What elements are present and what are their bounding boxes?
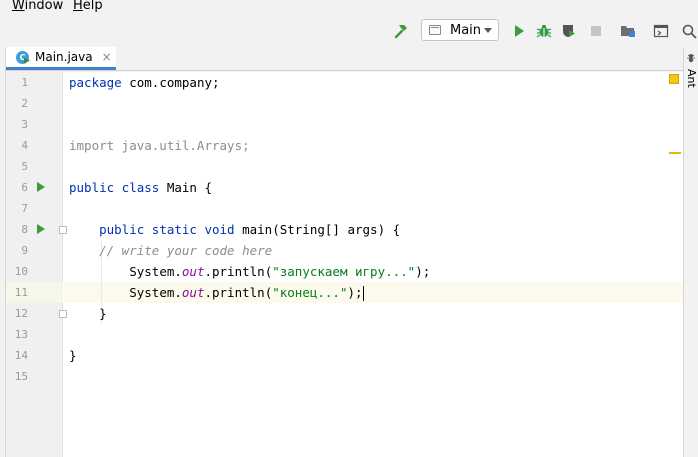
fold-icon[interactable] <box>59 310 67 318</box>
code-line-9: // write your code here <box>99 243 273 258</box>
code-line-1: package com.company; <box>69 75 220 90</box>
line-number: 4 <box>21 139 28 152</box>
tab-main-java[interactable]: C Main.java × <box>6 47 116 70</box>
debug-icon[interactable] <box>535 22 553 40</box>
run-class-gutter-icon[interactable] <box>37 182 45 192</box>
ant-icon <box>687 54 695 63</box>
menu-bar: Window Help <box>0 0 698 15</box>
line-number: 5 <box>21 160 28 173</box>
chevron-down-icon <box>484 28 492 33</box>
menu-help[interactable]: Help <box>73 0 103 13</box>
line-number: 14 <box>14 349 28 362</box>
line-number: 12 <box>14 307 28 320</box>
fold-icon[interactable] <box>59 226 67 234</box>
run-icon[interactable] <box>510 22 528 40</box>
run-main-gutter-icon[interactable] <box>37 224 45 234</box>
java-class-icon: C <box>16 50 29 64</box>
inspection-status-icon[interactable] <box>669 74 679 84</box>
code-line-14: } <box>69 348 77 363</box>
run-config-icon <box>429 25 441 35</box>
code-line-8: public static void main(String[] args) { <box>99 222 401 237</box>
editor-tab-bar: C Main.java × <box>6 47 683 71</box>
layout-icon[interactable] <box>652 22 670 40</box>
close-icon[interactable]: × <box>102 50 112 64</box>
line-number: 3 <box>21 118 28 131</box>
project-structure-icon[interactable] <box>619 22 637 40</box>
text-caret <box>362 286 364 301</box>
stop-icon[interactable] <box>587 22 605 40</box>
line-number: 6 <box>21 181 28 194</box>
tab-label: Main.java <box>35 50 93 64</box>
line-number: 8 <box>21 223 28 236</box>
code-line-4: import java.util.Arrays; <box>69 138 250 153</box>
run-configuration-dropdown[interactable]: Main <box>421 19 499 41</box>
line-number: 11 <box>14 286 28 299</box>
search-icon[interactable] <box>680 22 698 40</box>
code-line-10: System.out.println("запускаем игру..."); <box>129 264 431 279</box>
line-number: 7 <box>21 202 28 215</box>
menu-window[interactable]: Window <box>12 0 63 13</box>
line-number: 1 <box>21 76 28 89</box>
code-line-11: System.out.println("конец..."); <box>129 285 364 301</box>
code-editor[interactable]: 1 2 3 4 5 6 7 8 9 10 11 12 13 14 15 pack… <box>6 72 683 457</box>
line-number: 13 <box>14 328 28 341</box>
code-line-6: public class Main { <box>69 180 212 195</box>
right-tool-strip: Ant <box>683 47 698 457</box>
line-number: 15 <box>14 370 28 383</box>
build-hammer-icon[interactable] <box>392 22 410 40</box>
coverage-icon[interactable] <box>560 22 578 40</box>
warning-stripe-marker[interactable] <box>669 152 681 154</box>
line-number: 10 <box>14 265 28 278</box>
code-line-12: } <box>69 306 107 321</box>
run-config-label: Main <box>450 22 482 38</box>
toolbar: Main <box>0 15 698 47</box>
line-number: 2 <box>21 97 28 110</box>
ant-panel-button[interactable]: Ant <box>685 69 698 88</box>
line-number: 9 <box>21 244 28 257</box>
